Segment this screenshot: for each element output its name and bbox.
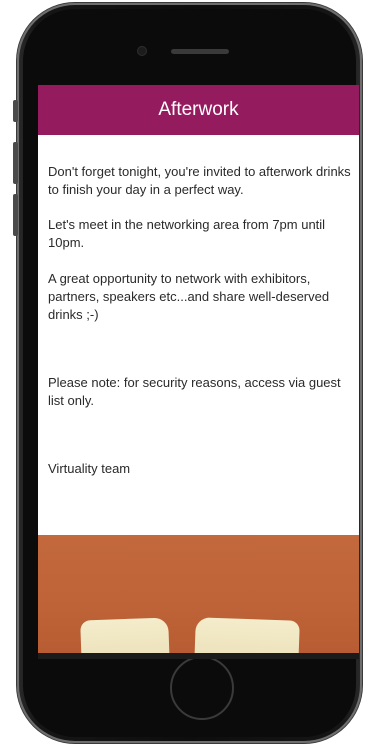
front-camera (138, 47, 146, 55)
page-title: Afterwork (158, 99, 239, 120)
volume-up-button (13, 142, 18, 184)
photo-cup-left (80, 617, 170, 653)
earpiece-speaker (171, 49, 229, 54)
message-paragraph: Let's meet in the networking area from 7… (48, 217, 326, 250)
home-button[interactable] (170, 656, 234, 720)
mute-switch (13, 100, 18, 122)
message-paragraph: Please note: for security reasons, acces… (48, 375, 341, 408)
signature: Virtuality team (48, 461, 131, 476)
phone-screen: Afterwork Don't forget tonight, you're i… (38, 85, 359, 653)
drinks-photo (38, 535, 359, 653)
photo-cup-right (194, 617, 300, 653)
screen-bottom-edge (38, 653, 359, 659)
message-paragraph: A great opportunity to network with exhi… (48, 271, 330, 322)
message-paragraph: Don't forget tonight, you're invited to … (48, 164, 351, 197)
volume-down-button (13, 194, 18, 236)
page-header: Afterwork (38, 85, 359, 135)
